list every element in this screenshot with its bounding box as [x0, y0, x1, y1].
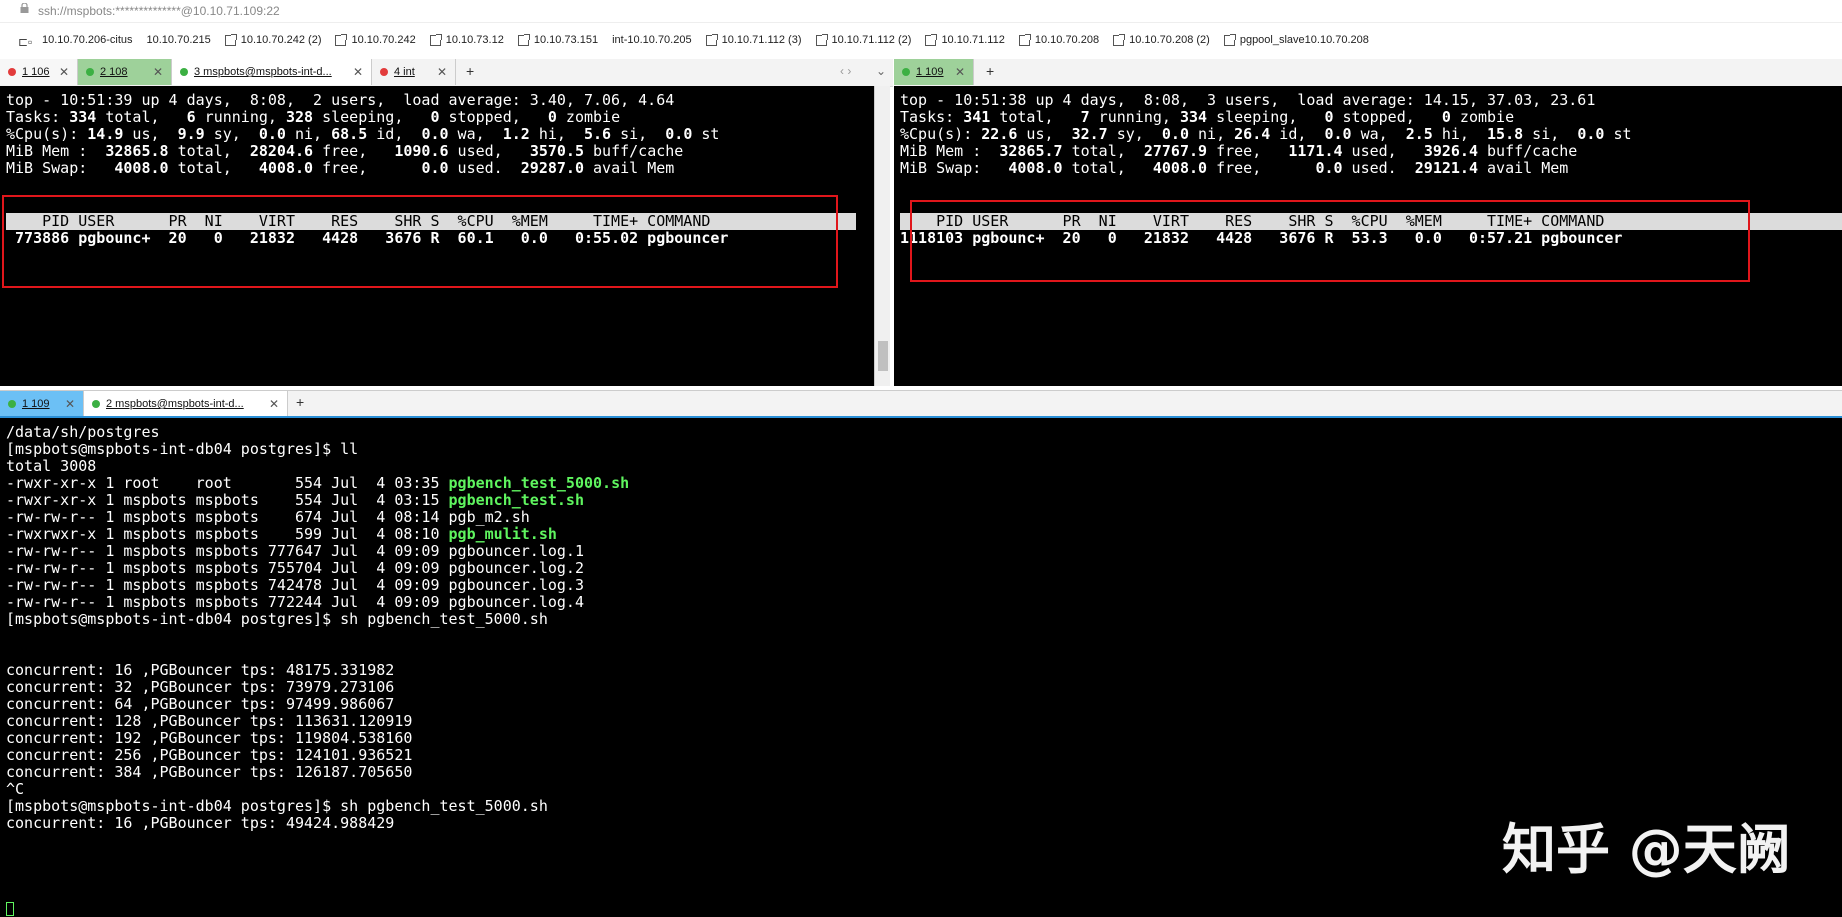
left-terminal[interactable]: top - 10:51:39 up 4 days, 8:08, 2 users,… — [0, 86, 874, 386]
bookmark-label: 10.10.70.215 — [146, 34, 211, 46]
window-titlebar: ssh://mspbots:**************@10.10.71.10… — [0, 0, 1842, 23]
close-icon[interactable]: ✕ — [269, 397, 279, 411]
close-icon[interactable]: ✕ — [353, 65, 363, 79]
bookmark-label: 10.10.71.112 (3) — [721, 34, 802, 46]
lock-icon — [20, 3, 29, 13]
bookmark-item[interactable]: pgpool_slave10.10.70.208 — [1223, 33, 1369, 46]
external-link-icon — [1223, 33, 1236, 46]
tab-scroll-arrows[interactable]: ‹ › — [840, 64, 851, 78]
bookmark-item[interactable]: 10.10.70.242 (2) — [224, 33, 322, 46]
tab-4[interactable]: 4 int ✕ — [372, 59, 456, 85]
bookmark-list: 10.10.70.206-citus 10.10.70.215 10.10.70.2… — [42, 33, 1383, 46]
bookmark-label: 10.10.70.242 (2) — [240, 34, 322, 46]
new-tab-button[interactable]: + — [466, 63, 474, 79]
watermark: 知乎 @天阙 — [1502, 818, 1791, 881]
left-tabbar: 1 106 ✕ 2 108 ✕ 3 mspbots@mspbots-int-d... ✕ 4… — [0, 59, 893, 87]
close-icon[interactable]: ✕ — [65, 397, 75, 411]
external-link-icon — [224, 33, 237, 46]
bookmark-label: 10.10.70.206-citus — [42, 34, 133, 46]
left-top-summary: top - 10:51:39 up 4 days, 8:08, 2 users,… — [6, 91, 720, 177]
bookmark-item[interactable]: 10.10.71.112 — [925, 33, 1005, 46]
external-link-icon — [925, 33, 938, 46]
bookmark-item[interactable]: 10.10.70.208 — [1018, 33, 1100, 46]
left-scrollbar[interactable] — [874, 86, 890, 386]
chevron-down-icon[interactable]: ⌄ — [876, 64, 886, 78]
tab-label: 1 109 — [22, 398, 50, 410]
status-dot-icon — [180, 68, 188, 76]
status-dot-icon — [902, 68, 910, 76]
bookmark-item[interactable]: 10.10.70.206-citus — [42, 34, 133, 46]
external-link-icon — [517, 33, 530, 46]
status-dot-icon — [8, 68, 16, 76]
tab-label: 2 mspbots@mspbots-int-d... — [106, 398, 244, 410]
status-dot-icon — [92, 400, 100, 408]
external-link-icon — [1113, 33, 1126, 46]
highlight-box — [2, 195, 838, 288]
status-dot-icon — [8, 400, 16, 408]
tab-label: 1 109 — [916, 66, 944, 78]
bookmark-item[interactable]: 10.10.70.242 — [335, 33, 416, 46]
right-tabbar: 1 109 ✕ + — [894, 59, 1842, 87]
bookmark-item[interactable]: 10.10.71.112 (3) — [705, 33, 802, 46]
window-title: ssh://mspbots:**************@10.10.71.10… — [38, 4, 280, 18]
bookmark-label: 10.10.73.12 — [445, 34, 504, 46]
status-dot-icon — [380, 68, 388, 76]
tab-label: 1 106 — [22, 66, 50, 78]
bookmark-item[interactable]: 10.10.73.12 — [429, 33, 504, 46]
bookmark-label: 10.10.71.112 — [941, 34, 1005, 46]
bookmark-item[interactable]: 10.10.70.215 — [147, 34, 211, 46]
bookmark-label: 10.10.70.242 — [351, 34, 416, 46]
terminal-cursor — [6, 902, 14, 916]
tab-2[interactable]: 2 108 ✕ — [78, 59, 172, 85]
external-link-icon — [429, 33, 442, 46]
bookmark-item[interactable]: 10.10.71.112 (2) — [815, 33, 912, 46]
bookmark-item[interactable]: int-10.10.70.205 — [612, 34, 692, 46]
bottom-tabbar: 1 109 ✕ 2 mspbots@mspbots-int-d... ✕ + — [0, 390, 1842, 417]
right-top-summary: top - 10:51:38 up 4 days, 8:08, 3 users,… — [900, 91, 1632, 177]
status-dot-icon — [86, 68, 94, 76]
bookmark-label: 10.10.70.208 (2) — [1129, 34, 1210, 46]
new-tab-button-bottom[interactable]: + — [296, 394, 304, 410]
tab-label: 3 mspbots@mspbots-int-d... — [194, 66, 332, 78]
external-link-icon — [1018, 33, 1031, 46]
bookmark-label: int-10.10.70.205 — [612, 34, 692, 46]
external-link-icon — [815, 33, 828, 46]
close-icon[interactable]: ✕ — [955, 65, 965, 79]
tab-1[interactable]: 1 109 ✕ — [894, 59, 974, 85]
tab-1[interactable]: 1 109 ✕ — [0, 391, 84, 417]
close-icon[interactable]: ✕ — [59, 65, 69, 79]
bookmark-label: 10.10.71.112 (2) — [831, 34, 912, 46]
tab-label: 4 int — [394, 66, 415, 78]
right-terminal[interactable]: top - 10:51:38 up 4 days, 8:08, 3 users,… — [894, 86, 1842, 386]
bookmark-label: pgpool_slave10.10.70.208 — [1239, 34, 1369, 46]
close-icon[interactable]: ✕ — [153, 65, 163, 79]
bookmark-label: 10.10.70.208 — [1034, 34, 1100, 46]
external-link-icon — [335, 33, 348, 46]
tab-2[interactable]: 2 mspbots@mspbots-int-d... ✕ — [84, 391, 288, 417]
new-tab-button-right[interactable]: + — [986, 63, 994, 79]
sessions-icon[interactable]: ⊏▫ — [18, 35, 32, 49]
tab-label: 2 108 — [100, 66, 128, 78]
tab-1[interactable]: 1 106 ✕ — [0, 59, 78, 85]
bookmark-item[interactable]: 10.10.73.151 — [517, 33, 599, 46]
highlight-box-right — [910, 200, 1750, 282]
bookmark-item[interactable]: 10.10.70.208 (2) — [1113, 33, 1210, 46]
external-link-icon — [705, 33, 718, 46]
bookmark-bar: ⊏▫ 10.10.70.206-citus 10.10.70.215 10.10.7… — [0, 23, 1842, 59]
tab-3[interactable]: 3 mspbots@mspbots-int-d... ✕ — [172, 59, 372, 85]
bottom-terminal-output: /data/sh/postgres [mspbots@mspbots-int-d… — [6, 423, 630, 832]
close-icon[interactable]: ✕ — [437, 65, 447, 79]
bookmark-label: 10.10.73.151 — [533, 34, 599, 46]
